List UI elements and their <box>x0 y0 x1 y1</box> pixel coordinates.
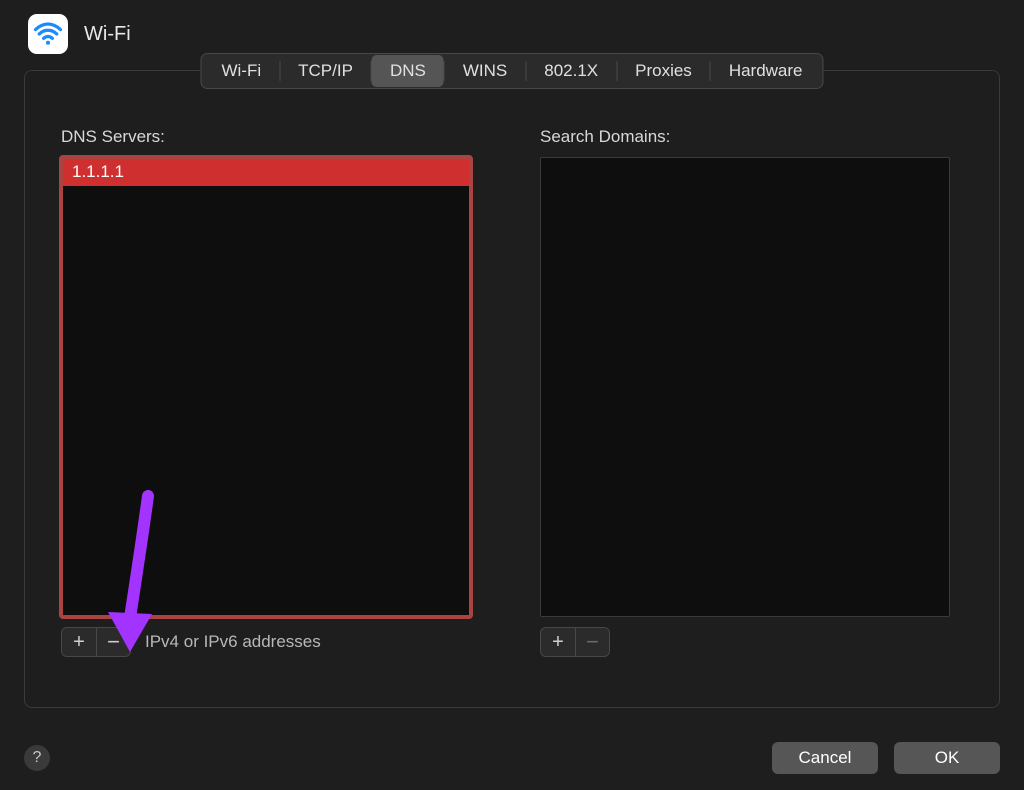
panel-content: DNS Servers: 1.1.1.1 + − IPv4 or IPv6 ad… <box>25 71 999 677</box>
window-title: Wi-Fi <box>84 23 131 46</box>
tab-proxies[interactable]: Proxies <box>617 55 710 87</box>
tab-wifi[interactable]: Wi-Fi <box>203 55 279 87</box>
plus-icon: + <box>73 632 85 652</box>
tab-wins[interactable]: WINS <box>445 55 525 87</box>
add-search-domain-button[interactable]: + <box>541 628 575 656</box>
ok-button[interactable]: OK <box>894 742 1000 774</box>
search-domains-label: Search Domains: <box>540 127 963 147</box>
search-domains-column: Search Domains: + − <box>540 127 963 657</box>
search-domains-list[interactable] <box>540 157 950 617</box>
tab-tcpip[interactable]: TCP/IP <box>280 55 371 87</box>
add-dns-button[interactable]: + <box>62 628 96 656</box>
remove-dns-button[interactable]: − <box>96 628 130 656</box>
dns-servers-label: DNS Servers: <box>61 127 484 147</box>
dns-servers-column: DNS Servers: 1.1.1.1 + − IPv4 or IPv6 ad… <box>61 127 484 657</box>
search-add-remove-group: + − <box>540 627 610 657</box>
tab-bar: Wi-Fi TCP/IP DNS WINS 802.1X Proxies Har… <box>200 53 823 89</box>
dns-servers-list[interactable]: 1.1.1.1 <box>61 157 471 617</box>
settings-panel: Wi-Fi TCP/IP DNS WINS 802.1X Proxies Har… <box>24 70 1000 708</box>
tab-dns[interactable]: DNS <box>372 55 444 87</box>
dns-hint-text: IPv4 or IPv6 addresses <box>145 632 321 652</box>
minus-icon: − <box>107 631 120 653</box>
footer-buttons: Cancel OK <box>772 742 1000 774</box>
tab-8021x[interactable]: 802.1X <box>526 55 616 87</box>
tab-hardware[interactable]: Hardware <box>711 55 821 87</box>
cancel-button[interactable]: Cancel <box>772 742 878 774</box>
wifi-icon <box>28 14 68 54</box>
minus-icon: − <box>586 631 599 653</box>
plus-icon: + <box>552 632 564 652</box>
help-button[interactable]: ? <box>24 745 50 771</box>
search-domains-controls: + − <box>540 627 963 657</box>
dns-add-remove-group: + − <box>61 627 131 657</box>
dns-server-entry[interactable]: 1.1.1.1 <box>62 158 470 186</box>
remove-search-domain-button[interactable]: − <box>575 628 609 656</box>
dns-servers-controls: + − IPv4 or IPv6 addresses <box>61 627 484 657</box>
footer: ? Cancel OK <box>24 742 1000 774</box>
